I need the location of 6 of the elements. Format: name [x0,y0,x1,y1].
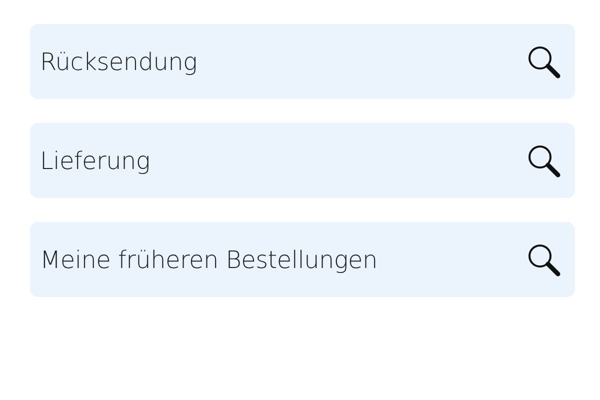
search-icon [527,144,561,178]
topic-button[interactable]: Meine früheren Bestellungen [30,222,575,297]
topic-button[interactable]: Lieferung [30,123,575,198]
topic-button[interactable]: Rücksendung [30,24,575,99]
search-icon [527,242,561,276]
search-icon [527,44,561,78]
